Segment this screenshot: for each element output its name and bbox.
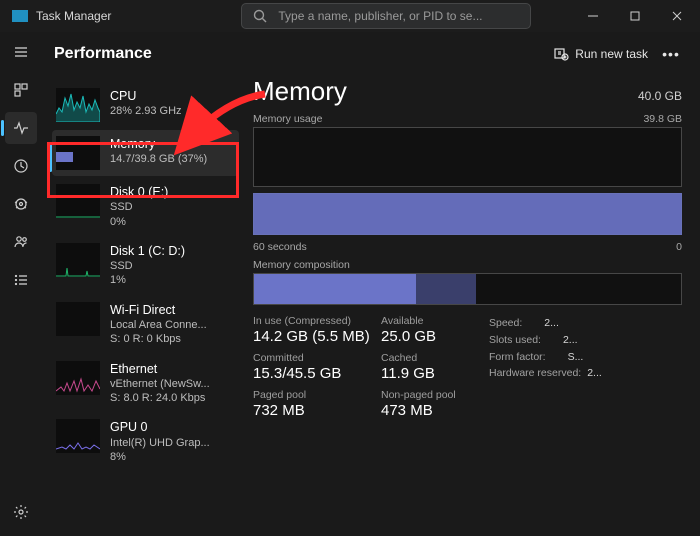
timeline-right: 0 <box>676 241 682 253</box>
nav-rail <box>0 32 42 536</box>
in-use-value: 14.2 GB (5.5 MB) <box>253 328 381 345</box>
content-area: CPU 28% 2.93 GHz Memory 14.7/39.8 GB (37… <box>42 76 700 536</box>
close-button[interactable] <box>656 0 698 32</box>
hw-reserved-value: 2... <box>587 367 602 379</box>
memory-thumb <box>56 136 100 170</box>
nav-details-icon[interactable] <box>5 264 37 296</box>
detail-title: Memory <box>253 76 347 107</box>
run-task-label: Run new task <box>575 47 648 61</box>
app-icon <box>12 10 28 22</box>
sidebar-item-label: Memory <box>110 136 207 152</box>
run-new-task-button[interactable]: Run new task <box>545 42 656 66</box>
paged-value: 732 MB <box>253 402 381 419</box>
search-icon <box>252 8 268 24</box>
sidebar-item-memory[interactable]: Memory 14.7/39.8 GB (37%) <box>52 130 239 176</box>
nav-history-icon[interactable] <box>5 150 37 182</box>
search-placeholder: Type a name, publisher, or PID to se... <box>278 9 482 23</box>
sidebar-item-label: Disk 0 (E:) <box>110 184 168 200</box>
sidebar-item-disk1[interactable]: Disk 1 (C: D:) SSD 1% <box>52 237 239 294</box>
disk0-thumb <box>56 184 100 218</box>
search-input[interactable]: Type a name, publisher, or PID to se... <box>241 3 531 29</box>
usage-max: 39.8 GB <box>643 113 682 125</box>
usage-label: Memory usage <box>253 113 322 125</box>
sidebar-item-disk0[interactable]: Disk 0 (E:) SSD 0% <box>52 178 239 235</box>
speed-value: 2... <box>544 317 559 329</box>
sidebar-item-label: Ethernet <box>110 361 210 377</box>
memory-capacity: 40.0 GB <box>638 89 682 103</box>
nav-startup-icon[interactable] <box>5 188 37 220</box>
nav-processes-icon[interactable] <box>5 74 37 106</box>
disk1-thumb <box>56 243 100 277</box>
more-options-button[interactable]: ••• <box>656 46 686 62</box>
memory-stats: In use (Compressed) 14.2 GB (5.5 MB) Com… <box>253 315 682 419</box>
run-task-icon <box>553 46 569 62</box>
sidebar-item-wifi[interactable]: Wi-Fi Direct Local Area Conne... S: 0 R:… <box>52 296 239 353</box>
sidebar-item-ethernet[interactable]: Ethernet vEthernet (NewSw... S: 8.0 R: 2… <box>52 355 239 412</box>
sidebar-item-label: Wi-Fi Direct <box>110 302 207 318</box>
nonpaged-value: 473 MB <box>381 402 481 419</box>
sidebar-item-label: CPU <box>110 88 182 104</box>
gpu-thumb <box>56 419 100 453</box>
memory-detail-panel: Memory 40.0 GB Memory usage 39.8 GB 60 s… <box>245 76 700 536</box>
committed-value: 15.3/45.5 GB <box>253 365 381 382</box>
form-value: S... <box>568 351 584 363</box>
cpu-thumb <box>56 88 100 122</box>
sidebar-item-label: Disk 1 (C: D:) <box>110 243 185 259</box>
maximize-button[interactable] <box>614 0 656 32</box>
memory-composition-chart <box>253 273 682 305</box>
timeline-left: 60 seconds <box>253 241 307 253</box>
slots-value: 2... <box>563 334 578 346</box>
wifi-thumb <box>56 302 100 336</box>
page-header: Performance Run new task ••• <box>0 32 700 76</box>
sidebar-item-gpu0[interactable]: GPU 0 Intel(R) UHD Grap... 8% <box>52 413 239 470</box>
nav-users-icon[interactable] <box>5 226 37 258</box>
sidebar-item-cpu[interactable]: CPU 28% 2.93 GHz <box>52 82 239 128</box>
composition-label: Memory composition <box>253 259 350 271</box>
sidebar-item-label: GPU 0 <box>110 419 210 435</box>
perf-sidebar: CPU 28% 2.93 GHz Memory 14.7/39.8 GB (37… <box>42 76 245 536</box>
window-controls <box>572 0 698 32</box>
app-title: Task Manager <box>36 9 111 23</box>
nav-performance-icon[interactable] <box>5 112 37 144</box>
available-value: 25.0 GB <box>381 328 481 345</box>
hamburger-icon[interactable] <box>5 36 37 68</box>
titlebar: Task Manager Type a name, publisher, or … <box>0 0 700 32</box>
cached-value: 11.9 GB <box>381 365 481 382</box>
page-title: Performance <box>54 45 152 63</box>
memory-usage-history-chart <box>253 127 682 187</box>
ethernet-thumb <box>56 361 100 395</box>
minimize-button[interactable] <box>572 0 614 32</box>
memory-usage-current-chart <box>253 193 682 235</box>
nav-settings-icon[interactable] <box>5 496 37 528</box>
